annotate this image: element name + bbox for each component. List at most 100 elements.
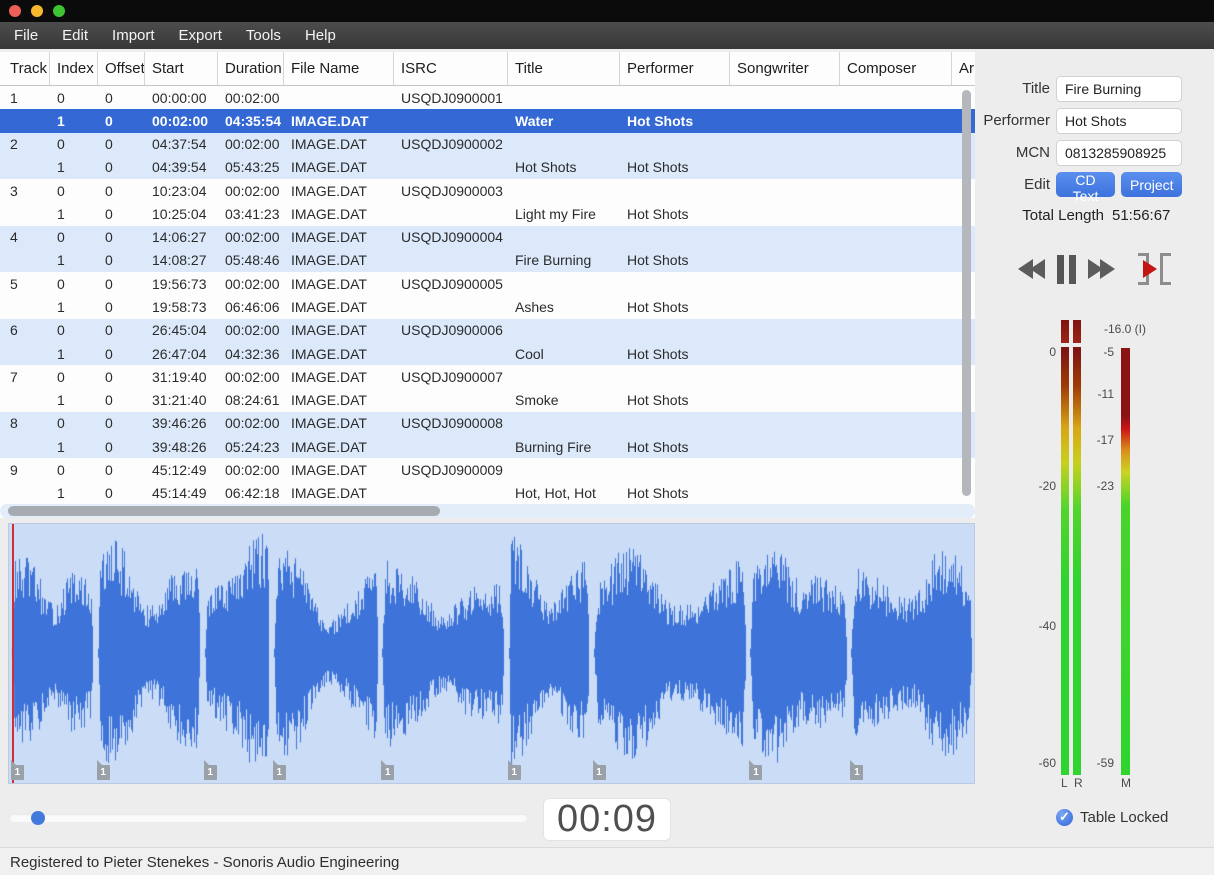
cell-isrc [394, 156, 508, 179]
track-start-marker[interactable]: 1 [11, 765, 24, 780]
vertical-scrollbar[interactable] [962, 88, 972, 500]
transport-controls [1010, 252, 1190, 288]
table-row[interactable]: 10000:00:0000:02:00USQDJ0900001 [0, 86, 975, 109]
titlebar [0, 0, 1214, 22]
cell-performer [620, 365, 730, 388]
table-row[interactable]: 90045:12:4900:02:00IMAGE.DATUSQDJ0900009 [0, 458, 975, 481]
cell-file: IMAGE.DAT [284, 109, 394, 132]
cell-songwriter [730, 156, 840, 179]
table-row[interactable]: 80039:46:2600:02:00IMAGE.DATUSQDJ0900008 [0, 412, 975, 435]
horizontal-scrollbar-thumb[interactable] [8, 506, 440, 516]
pause-button[interactable] [1057, 252, 1078, 286]
meter-scale-minus40: -40 [1026, 619, 1056, 633]
table-row[interactable]: 1000:02:0004:35:54IMAGE.DATWaterHot Shot… [0, 109, 975, 132]
cell-title [508, 272, 620, 295]
mcn-field-row: MCN [980, 140, 1210, 166]
table-row[interactable]: 70031:19:4000:02:00IMAGE.DATUSQDJ0900007 [0, 365, 975, 388]
zoom-window-button[interactable] [53, 5, 65, 17]
cell-track [0, 435, 50, 458]
track-start-marker[interactable]: 1 [204, 765, 217, 780]
table-row[interactable]: 1014:08:2705:48:46IMAGE.DATFire BurningH… [0, 249, 975, 272]
table-row[interactable]: 1004:39:5405:43:25IMAGE.DATHot ShotsHot … [0, 156, 975, 179]
column-header-isrc[interactable]: ISRC [394, 52, 508, 85]
seek-slider-thumb[interactable] [31, 811, 45, 825]
cell-offset: 0 [98, 388, 145, 411]
table-row[interactable]: 20004:37:5400:02:00IMAGE.DATUSQDJ0900002 [0, 133, 975, 156]
close-window-button[interactable] [9, 5, 21, 17]
playhead[interactable] [12, 524, 14, 783]
table-locked-checkbox[interactable]: ✓ Table Locked [1056, 808, 1206, 828]
seek-slider[interactable] [10, 814, 527, 822]
cell-title: Hot, Hot, Hot [508, 482, 620, 505]
cell-composer [840, 133, 952, 156]
cell-performer: Hot Shots [620, 482, 730, 505]
cell-isrc: USQDJ0900003 [394, 179, 508, 202]
cell-duration: 00:02:00 [218, 179, 284, 202]
cell-offset: 0 [98, 365, 145, 388]
menu-help[interactable]: Help [305, 27, 336, 44]
table-row[interactable]: 30010:23:0400:02:00IMAGE.DATUSQDJ0900003 [0, 179, 975, 202]
vertical-scrollbar-thumb[interactable] [962, 90, 971, 496]
track-start-marker[interactable]: 1 [508, 765, 521, 780]
cell-songwriter [730, 319, 840, 342]
column-header-duration[interactable]: Duration [218, 52, 284, 85]
column-header-offset[interactable]: Offset [98, 52, 145, 85]
waveform-display[interactable]: 1 1 1 1 1 1 1 1 1 [8, 523, 975, 784]
table-row[interactable]: 50019:56:7300:02:00IMAGE.DATUSQDJ0900005 [0, 272, 975, 295]
cell-isrc [394, 109, 508, 132]
column-header-file-name[interactable]: File Name [284, 52, 394, 85]
table-row[interactable]: 40014:06:2700:02:00IMAGE.DATUSQDJ0900004 [0, 226, 975, 249]
table-row[interactable]: 1045:14:4906:42:18IMAGE.DATHot, Hot, Hot… [0, 482, 975, 505]
fast-forward-button[interactable] [1088, 252, 1118, 286]
cd-text-button[interactable]: CD Text [1056, 172, 1115, 197]
column-header-track[interactable]: Track [0, 52, 50, 85]
table-row[interactable]: 1010:25:0403:41:23IMAGE.DATLight my Fire… [0, 202, 975, 225]
right-channel-label: R [1074, 776, 1083, 790]
cell-start: 14:08:27 [145, 249, 218, 272]
cell-performer: Hot Shots [620, 388, 730, 411]
play-selection-button[interactable] [1138, 253, 1172, 286]
track-start-marker[interactable]: 1 [97, 765, 110, 780]
title-label: Title [980, 76, 1050, 102]
cell-index: 0 [50, 412, 98, 435]
column-header-title[interactable]: Title [508, 52, 620, 85]
column-header-arr[interactable]: Arr [952, 52, 975, 85]
track-start-marker[interactable]: 1 [381, 765, 394, 780]
column-header-songwriter[interactable]: Songwriter [730, 52, 840, 85]
cell-track [0, 295, 50, 318]
track-start-marker[interactable]: 1 [273, 765, 286, 780]
menu-import[interactable]: Import [112, 27, 155, 44]
table-row[interactable]: 1031:21:4008:24:61IMAGE.DATSmokeHot Shot… [0, 388, 975, 411]
mcn-input[interactable] [1056, 140, 1182, 166]
menu-file[interactable]: File [14, 27, 38, 44]
cell-songwriter [730, 458, 840, 481]
cell-track: 3 [0, 179, 50, 202]
menu-edit[interactable]: Edit [62, 27, 88, 44]
title-input[interactable] [1056, 76, 1182, 102]
column-header-start[interactable]: Start [145, 52, 218, 85]
rewind-button[interactable] [1018, 252, 1048, 286]
table-row[interactable]: 60026:45:0400:02:00IMAGE.DATUSQDJ0900006 [0, 319, 975, 342]
cell-offset: 0 [98, 272, 145, 295]
track-start-marker[interactable]: 1 [749, 765, 762, 780]
track-start-marker[interactable]: 1 [850, 765, 863, 780]
cell-performer: Hot Shots [620, 249, 730, 272]
menu-export[interactable]: Export [179, 27, 222, 44]
performer-input[interactable] [1056, 108, 1182, 134]
waveform-canvas[interactable] [9, 524, 974, 783]
cell-isrc: USQDJ0900005 [394, 272, 508, 295]
column-header-performer[interactable]: Performer [620, 52, 730, 85]
column-header-index[interactable]: Index [50, 52, 98, 85]
cell-performer: Hot Shots [620, 295, 730, 318]
horizontal-scrollbar[interactable] [0, 504, 975, 518]
minimize-window-button[interactable] [31, 5, 43, 17]
table-row[interactable]: 1039:48:2605:24:23IMAGE.DATBurning FireH… [0, 435, 975, 458]
table-row[interactable]: 1026:47:0404:32:36IMAGE.DATCoolHot Shots [0, 342, 975, 365]
project-button[interactable]: Project [1121, 172, 1182, 197]
cell-file: IMAGE.DAT [284, 249, 394, 272]
table-row[interactable]: 1019:58:7306:46:06IMAGE.DATAshesHot Shot… [0, 295, 975, 318]
track-start-marker[interactable]: 1 [593, 765, 606, 780]
column-header-composer[interactable]: Composer [840, 52, 952, 85]
menubar: File Edit Import Export Tools Help [0, 22, 1214, 49]
menu-tools[interactable]: Tools [246, 27, 281, 44]
